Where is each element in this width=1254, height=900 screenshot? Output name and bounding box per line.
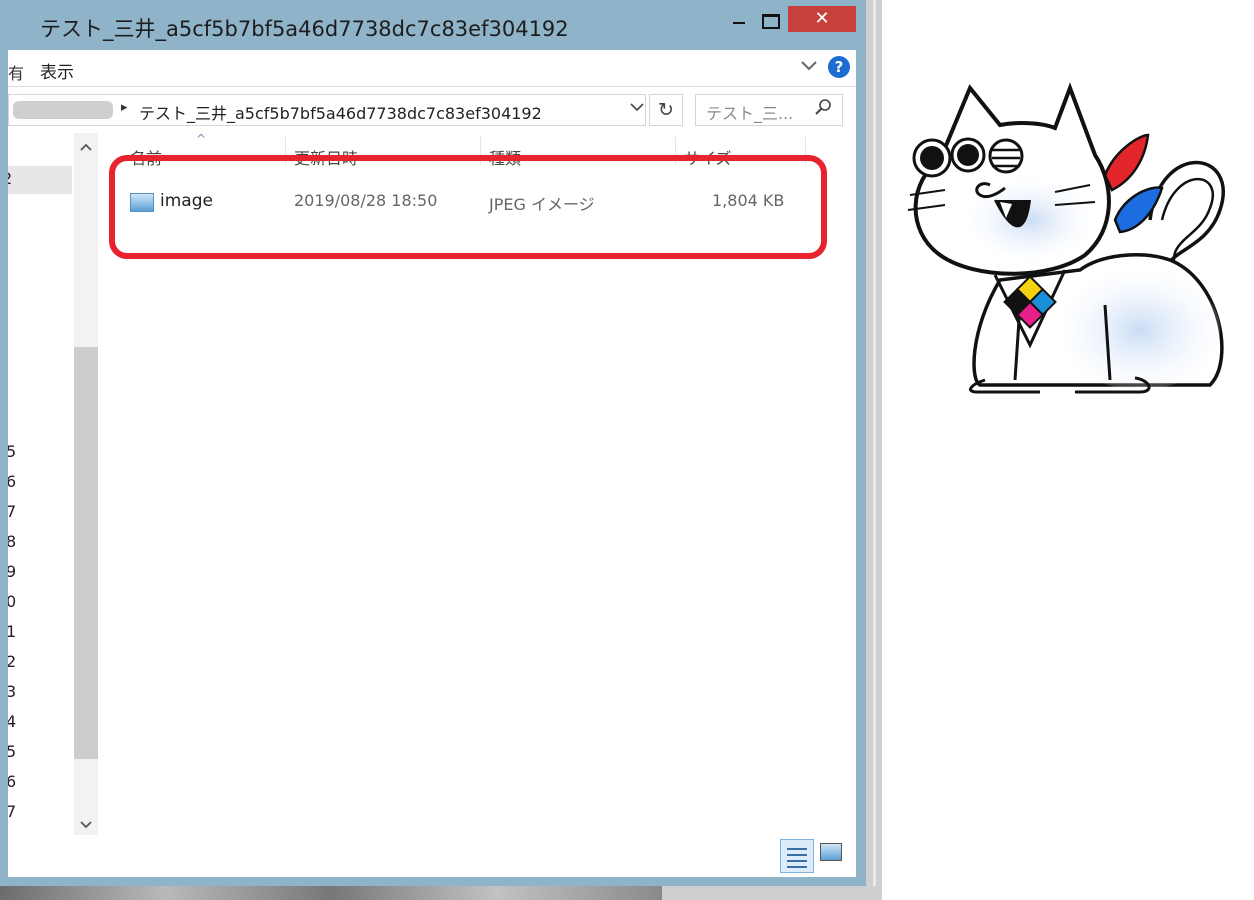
window-title: テスト_三井_a5cf5b7bf5a46d7738dc7c83ef304192 — [40, 17, 569, 41]
refresh-icon[interactable]: ↻ — [649, 94, 683, 126]
nav-item[interactable]: 7 — [8, 802, 16, 821]
nav-scrollbar[interactable] — [74, 133, 98, 835]
minimize-icon — [733, 22, 745, 24]
status-bar — [8, 837, 856, 877]
file-list[interactable]: ^ 名前 更新日時 種類 サイズ image 2019/08/28 18:50 … — [100, 131, 856, 837]
red-highlight-annotation — [109, 155, 827, 259]
details-line — [787, 854, 807, 856]
nav-item[interactable]: 6 — [8, 472, 16, 491]
nav-item[interactable]: 5 — [8, 442, 16, 461]
navigation-pane[interactable]: 2 5 6 7 8 9 0 1 2 3 4 5 6 7 — [8, 131, 100, 837]
details-view-icon[interactable] — [780, 839, 814, 873]
ribbon-tab-cut[interactable]: 有 — [8, 60, 24, 84]
address-row: ▸ テスト_三井_a5cf5b7bf5a46d7738dc7c83ef30419… — [8, 87, 856, 131]
details-line — [787, 848, 807, 850]
nav-item[interactable]: 4 — [8, 712, 16, 731]
minimize-button[interactable] — [720, 6, 756, 32]
details-line — [787, 866, 807, 868]
nav-item[interactable]: 0 — [8, 592, 16, 611]
maximize-button[interactable] — [752, 6, 788, 32]
nav-item[interactable]: 5 — [8, 742, 16, 761]
details-line — [787, 860, 807, 862]
close-button[interactable]: ✕ — [788, 6, 856, 32]
explorer-window: テスト_三井_a5cf5b7bf5a46d7738dc7c83ef304192 … — [0, 0, 867, 886]
cat-mascot-illustration — [907, 82, 1225, 394]
address-bar[interactable]: ▸ テスト_三井_a5cf5b7bf5a46d7738dc7c83ef30419… — [8, 94, 646, 126]
scroll-up-icon[interactable] — [74, 137, 98, 156]
nav-item[interactable]: 7 — [8, 502, 16, 521]
title-bar[interactable]: テスト_三井_a5cf5b7bf5a46d7738dc7c83ef304192 … — [0, 0, 866, 50]
address-dropdown-icon[interactable] — [629, 98, 645, 121]
large-icons-view-icon[interactable] — [820, 843, 842, 861]
nav-item[interactable]: 9 — [8, 562, 16, 581]
redacted-path-segment — [13, 101, 113, 119]
nav-selected-label: 2 — [8, 169, 12, 188]
breadcrumb-current-folder[interactable]: テスト_三井_a5cf5b7bf5a46d7738dc7c83ef304192 — [139, 100, 542, 124]
nav-item[interactable]: 8 — [8, 532, 16, 551]
background-window-edge — [873, 0, 876, 900]
scrollbar-thumb[interactable] — [74, 347, 98, 759]
ribbon-tab-view[interactable]: 表示 — [40, 58, 74, 83]
nav-selected-item[interactable]: 2 — [8, 166, 72, 194]
nav-item[interactable]: 2 — [8, 652, 16, 671]
sort-ascending-icon: ^ — [196, 132, 207, 146]
breadcrumb-separator-icon[interactable]: ▸ — [121, 100, 128, 115]
chevron-down-icon[interactable] — [800, 56, 818, 79]
help-icon[interactable]: ? — [828, 56, 850, 78]
search-input[interactable]: テスト_三... — [695, 94, 843, 126]
background-photo-strip — [0, 886, 662, 900]
scroll-down-icon[interactable] — [74, 815, 98, 834]
nav-item[interactable]: 1 — [8, 622, 16, 641]
ribbon: 有 表示 ? — [8, 50, 856, 87]
background-window-bottom — [662, 886, 882, 900]
nav-item[interactable]: 6 — [8, 772, 16, 791]
search-placeholder: テスト_三... — [706, 104, 794, 123]
nav-item[interactable]: 3 — [8, 682, 16, 701]
maximize-icon — [762, 14, 780, 29]
close-icon: ✕ — [814, 8, 830, 29]
search-icon[interactable] — [814, 98, 832, 121]
